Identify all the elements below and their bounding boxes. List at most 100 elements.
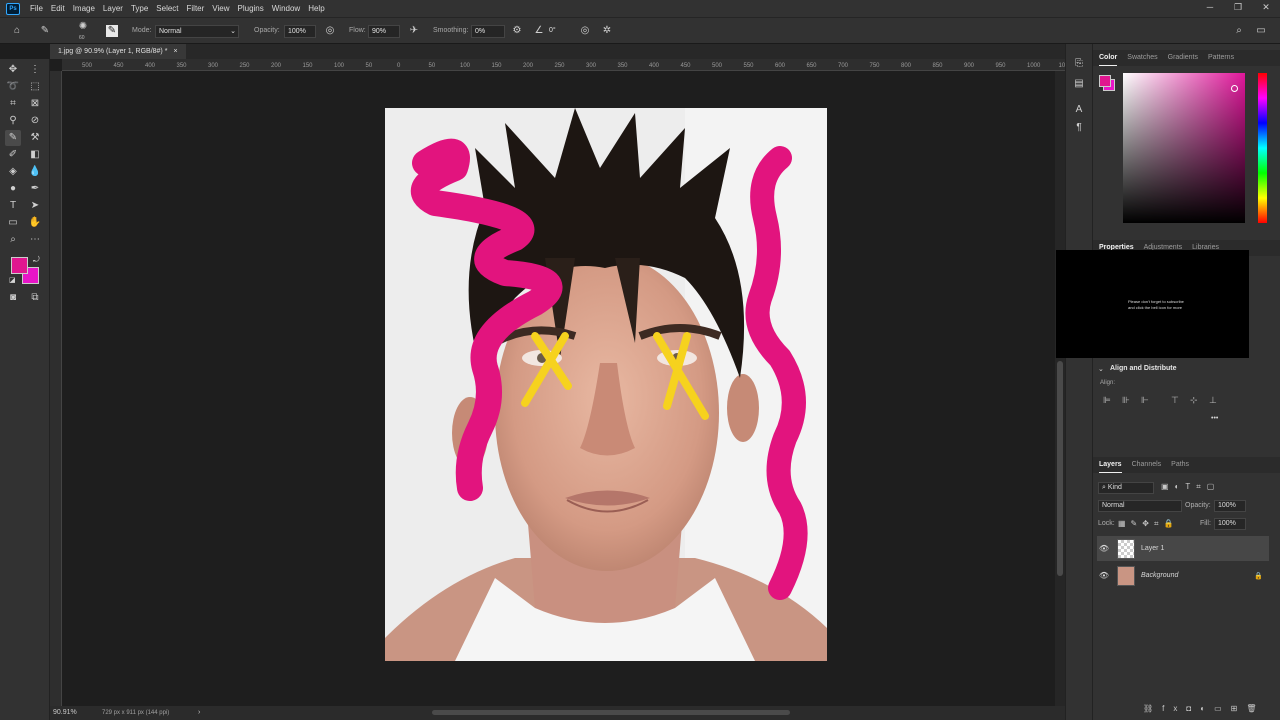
fx-icon[interactable]: fx [1162, 704, 1186, 713]
layer-row[interactable]: 👁 Background 🔒 [1097, 563, 1269, 588]
rectangle-tool-icon[interactable]: ▭ [5, 215, 21, 231]
color-picker-field[interactable] [1123, 73, 1245, 223]
align-center-h-icon[interactable]: ⊪ [1122, 395, 1130, 406]
artboard-tool-icon[interactable]: ⋮ [27, 62, 43, 78]
tab-paths[interactable]: Paths [1171, 457, 1189, 473]
hue-slider[interactable] [1258, 73, 1267, 223]
align-right-icon[interactable]: ⊩ [1141, 395, 1149, 406]
screen-mode-icon[interactable]: ⧉ [27, 290, 43, 306]
eye-icon[interactable]: 👁 [1097, 544, 1111, 553]
foreground-color-swatch[interactable] [11, 257, 28, 274]
more-tools-icon[interactable]: ⋯ [27, 232, 43, 248]
document-tab[interactable]: 1.jpg @ 90.9% (Layer 1, RGB/8#) * × [50, 44, 186, 59]
align-left-icon[interactable]: ⊫ [1103, 395, 1111, 406]
group-icon[interactable]: ▭ [1214, 704, 1231, 713]
tab-swatches[interactable]: Swatches [1127, 50, 1157, 66]
home-icon[interactable]: ⌂ [10, 24, 24, 38]
lasso-tool-icon[interactable]: ➰ [5, 79, 21, 95]
swap-colors-icon[interactable]: ⤾ [33, 255, 40, 265]
brush-preset-icon[interactable]: ✺ [76, 20, 90, 34]
type-tool-icon[interactable]: T [5, 198, 21, 214]
layer-filter-select[interactable]: ⌕ Kind [1098, 482, 1154, 494]
fill-field[interactable]: 100% [1214, 518, 1246, 530]
menu-file[interactable]: File [26, 0, 47, 17]
history-brush-tool-icon[interactable]: ✐ [5, 147, 21, 163]
layer-name[interactable]: Background [1141, 572, 1178, 579]
eraser-tool-icon[interactable]: ◧ [27, 147, 43, 163]
gear-icon[interactable]: ⚙ [510, 24, 524, 38]
vertical-scrollbar[interactable] [1055, 71, 1065, 706]
zoom-level[interactable]: 90.91% [53, 706, 77, 720]
mode-select[interactable]: Normal ⌄ [155, 25, 239, 38]
brush-tool-preset-icon[interactable]: ✎ [38, 24, 52, 38]
dodge-tool-icon[interactable]: ● [5, 181, 21, 197]
color-picker-cursor[interactable] [1231, 85, 1238, 92]
menu-help[interactable]: Help [304, 0, 328, 17]
adjustment-icon[interactable]: ◐ [1200, 704, 1214, 713]
character-icon[interactable]: A [1071, 102, 1087, 118]
lock-icons[interactable]: ▦✎✥⌗🔒 [1118, 519, 1178, 529]
horizontal-scroll-thumb[interactable] [432, 710, 790, 715]
new-layer-icon[interactable]: ⊞ [1231, 704, 1247, 713]
pressure-opacity-icon[interactable]: ◎ [323, 24, 337, 38]
chevron-down-icon[interactable]: ⌄ [1098, 365, 1104, 373]
eyedropper-tool-icon[interactable]: ⚲ [5, 113, 21, 129]
menu-image[interactable]: Image [69, 0, 99, 17]
spot-healing-tool-icon[interactable]: ⊘ [27, 113, 43, 129]
tab-patterns[interactable]: Patterns [1208, 50, 1234, 66]
search-icon[interactable]: ⌕ [1232, 24, 1246, 38]
paint-bucket-tool-icon[interactable]: ◈ [5, 164, 21, 180]
menu-view[interactable]: View [208, 0, 233, 17]
close-tab-icon[interactable]: × [173, 44, 177, 59]
menu-select[interactable]: Select [152, 0, 182, 17]
zoom-tool-icon[interactable]: ⌕ [5, 232, 21, 248]
layer-name[interactable]: Layer 1 [1141, 545, 1164, 552]
restore-button[interactable]: ❐ [1224, 0, 1252, 17]
airbrush-icon[interactable]: ✈ [407, 24, 421, 38]
menu-type[interactable]: Type [127, 0, 152, 17]
photoshop-logo[interactable]: Ps [6, 2, 20, 15]
menu-window[interactable]: Window [268, 0, 304, 17]
brush-tool-icon[interactable]: ✎ [5, 130, 21, 146]
status-arrow-icon[interactable]: › [198, 706, 200, 720]
default-colors-icon[interactable]: ◪ [9, 276, 16, 284]
trash-icon[interactable]: 🗑 [1246, 704, 1265, 713]
history-icon[interactable]: ⎘ [1071, 56, 1087, 72]
tab-color[interactable]: Color [1099, 50, 1118, 66]
blur-tool-icon[interactable]: 💧 [27, 164, 43, 180]
object-select-tool-icon[interactable]: ⬚ [27, 79, 43, 95]
menu-layer[interactable]: Layer [99, 0, 127, 17]
document-artwork[interactable] [385, 108, 827, 661]
tab-gradients[interactable]: Gradients [1168, 50, 1198, 66]
quick-mask-icon[interactable]: ◙ [5, 290, 21, 306]
move-tool-icon[interactable]: ✥ [5, 62, 21, 78]
align-middle-icon[interactable]: ⊹ [1190, 395, 1198, 406]
blend-mode-select[interactable]: Normal [1098, 500, 1182, 512]
layer-row[interactable]: 👁 Layer 1 [1097, 536, 1269, 561]
menu-plugins[interactable]: Plugins [234, 0, 268, 17]
menu-edit[interactable]: Edit [47, 0, 69, 17]
more-options-icon[interactable]: ••• [1211, 415, 1218, 422]
layer-filter-icons[interactable]: ▣◐T⌗▢ [1161, 482, 1220, 492]
angle-field[interactable]: 0° [546, 25, 570, 38]
pen-tool-icon[interactable]: ✒ [27, 181, 43, 197]
eye-icon[interactable]: 👁 [1097, 571, 1111, 580]
align-bottom-icon[interactable]: ⊥ [1209, 395, 1217, 406]
align-top-icon[interactable]: ⊤ [1171, 395, 1179, 406]
scroll-thumb[interactable] [1057, 361, 1063, 576]
workspace-icon[interactable]: ▭ [1254, 24, 1268, 38]
crop-tool-icon[interactable]: ⌗ [5, 96, 21, 112]
flow-field[interactable]: 90% [368, 25, 400, 38]
brush-settings-icon[interactable]: ✎ [106, 25, 118, 37]
frame-tool-icon[interactable]: ⊠ [27, 96, 43, 112]
pressure-size-icon[interactable]: ◎ [578, 24, 592, 38]
smoothing-field[interactable]: 0% [471, 25, 505, 38]
opacity-field[interactable]: 100% [284, 25, 316, 38]
close-window-button[interactable]: ✕ [1252, 0, 1280, 17]
link-icon[interactable]: ⛓ [1143, 704, 1162, 713]
tab-layers[interactable]: Layers [1099, 457, 1122, 473]
minimize-button[interactable]: ─ [1196, 0, 1224, 17]
comments-icon[interactable]: ▤ [1071, 76, 1087, 92]
tab-channels[interactable]: Channels [1132, 457, 1162, 473]
menu-filter[interactable]: Filter [183, 0, 209, 17]
